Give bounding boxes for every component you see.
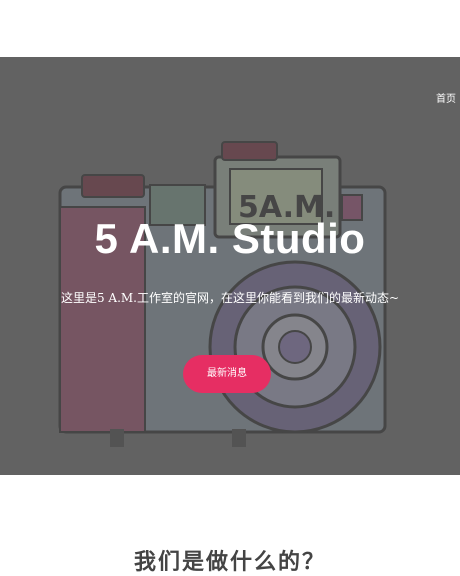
page: 5A.M. 首页 5 A.M. Studio 这里是5 A.M.工作室的官网，在… xyxy=(0,0,460,576)
hero-subtitle: 这里是5 A.M.工作室的官网，在这里你能看到我们的最新动态~ xyxy=(60,291,400,305)
hero-overlay xyxy=(0,57,460,475)
latest-news-button[interactable]: 最新消息 xyxy=(183,355,271,393)
hero-section: 5A.M. 首页 5 A.M. Studio 这里是5 A.M.工作室的官网，在… xyxy=(0,57,460,475)
nav-home-link[interactable]: 首页 xyxy=(436,90,456,105)
hero-title: 5 A.M. Studio xyxy=(94,215,366,262)
section-heading: 我们是做什么的？ xyxy=(133,549,326,575)
